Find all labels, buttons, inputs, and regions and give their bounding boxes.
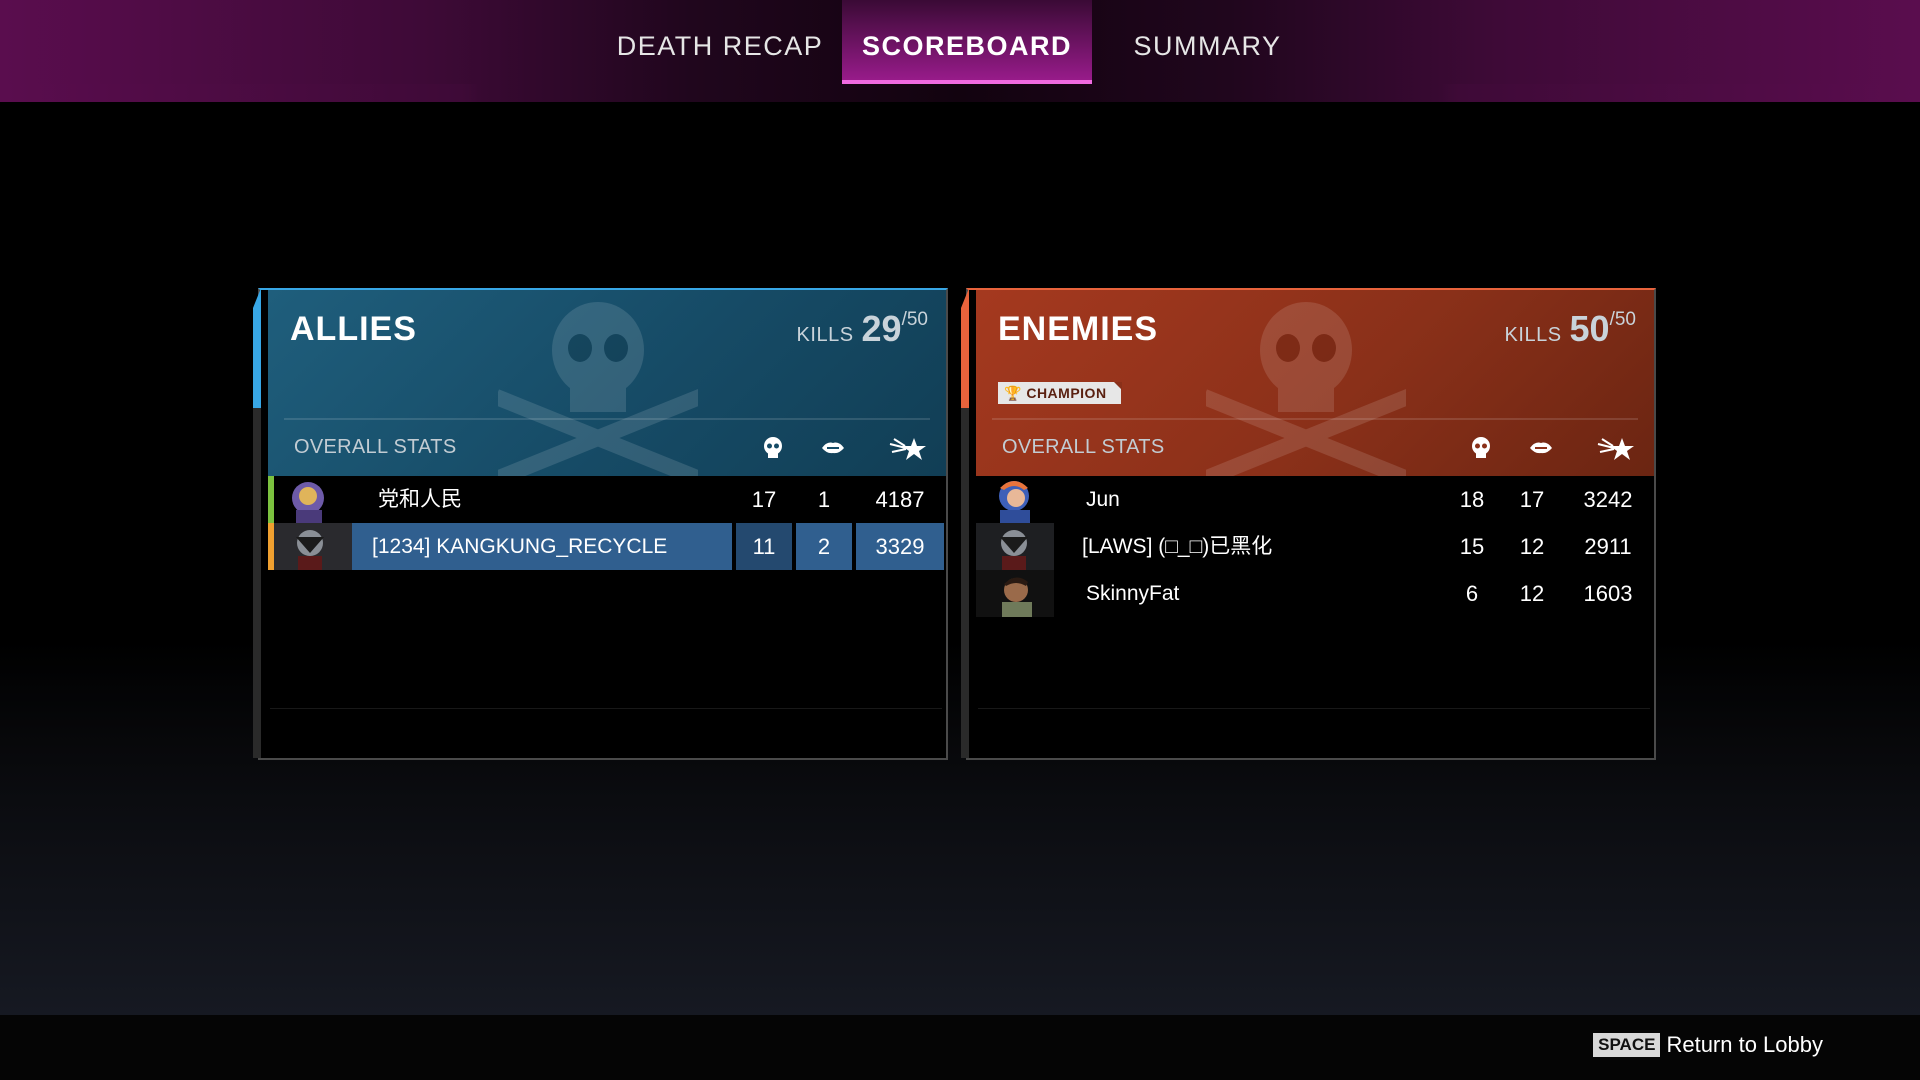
handshake-icon	[822, 442, 844, 454]
player-assists: 17	[1519, 487, 1545, 512]
player-assists: 2	[817, 534, 831, 559]
return-to-lobby-button[interactable]: SPACE Return to Lobby	[1593, 1032, 1823, 1058]
allies-header: ALLIES KILLS 29/50 OVERALL STATS	[268, 290, 946, 476]
player-damage: 4187	[875, 487, 925, 512]
enemies-accent-bar	[961, 288, 969, 758]
player-portrait	[976, 570, 1066, 617]
enemies-header: ENEMIES KILLS 50/50 🏆 CHAMPION OVERALL ST…	[976, 290, 1654, 476]
legend-avatar	[292, 482, 324, 523]
enemy-row-1[interactable]: Jun 18 17 3242	[976, 476, 1652, 523]
panel-divider-line	[270, 708, 942, 709]
player-portrait	[268, 476, 358, 523]
header-divider	[284, 418, 930, 420]
space-key-cap: SPACE	[1593, 1033, 1661, 1057]
skull-icon	[764, 437, 782, 458]
player-kills: 17	[751, 487, 777, 512]
ally-row-2-selected[interactable]: [1234] KANGKUNG_RECYCLE 11 2 3329	[268, 523, 944, 570]
player-portrait	[976, 476, 1066, 523]
champion-badge-label: CHAMPION	[1026, 385, 1107, 401]
allies-kills-value: 29	[861, 308, 902, 349]
allies-accent-bar	[253, 288, 261, 758]
damage-icon	[1597, 438, 1634, 460]
legend-avatar	[976, 523, 1054, 570]
skull-crossguns-emblem	[1206, 302, 1406, 476]
legend-avatar	[274, 523, 352, 570]
player-name: [1234] KANGKUNG_RECYCLE	[372, 535, 668, 558]
return-to-lobby-label: Return to Lobby	[1666, 1032, 1823, 1057]
champion-badge: 🏆 CHAMPION	[998, 382, 1122, 404]
damage-icon	[889, 438, 926, 460]
kills-label: KILLS	[1504, 324, 1562, 346]
tab-death-recap[interactable]: DEATH RECAP	[615, 0, 825, 84]
player-portrait	[268, 523, 358, 570]
player-name: 党和人民	[378, 488, 462, 511]
player-damage: 2911	[1584, 534, 1632, 559]
player-name: Jun	[1086, 488, 1120, 511]
ally-row-1[interactable]: 党和人民 17 1 4187	[268, 476, 944, 523]
player-damage: 3242	[1583, 487, 1633, 512]
handshake-icon	[1530, 442, 1552, 454]
legend-avatar	[999, 481, 1030, 523]
player-assists: 1	[817, 487, 831, 512]
player-damage: 3329	[875, 534, 925, 559]
enemy-row-2[interactable]: [LAWS] (□_□)已黑化 15 12 2911	[976, 523, 1652, 570]
skull-crossguns-emblem	[498, 302, 698, 476]
top-nav-base	[0, 84, 1920, 102]
skull-icon	[1472, 437, 1490, 458]
enemies-kills: KILLS 50/50	[1505, 308, 1636, 350]
allies-kills: KILLS 29/50	[797, 308, 928, 350]
player-kills: 6	[1465, 581, 1479, 606]
player-portrait	[976, 523, 1066, 570]
player-damage: 1603	[1583, 581, 1633, 606]
kills-max: /50	[1609, 309, 1636, 330]
enemies-title: ENEMIES	[998, 310, 1159, 348]
tab-summary[interactable]: SUMMARY	[1110, 0, 1305, 84]
player-assists: 12	[1519, 581, 1545, 606]
player-kills: 11	[752, 534, 776, 559]
tab-scoreboard[interactable]: SCOREBOARD	[842, 0, 1092, 84]
kills-max: /50	[901, 309, 928, 330]
kills-label: KILLS	[796, 324, 854, 346]
enemies-panel: ENEMIES KILLS 50/50 🏆 CHAMPION OVERALL ST…	[961, 288, 1656, 760]
trophy-icon: 🏆	[1004, 385, 1022, 401]
overall-stats-label: OVERALL STATS	[294, 436, 457, 458]
player-kills: 18	[1459, 487, 1485, 512]
player-kills: 15	[1459, 534, 1485, 559]
panel-divider-line	[978, 708, 1650, 709]
header-divider	[992, 418, 1638, 420]
allies-title: ALLIES	[290, 310, 417, 348]
enemies-kills-value: 50	[1569, 308, 1610, 349]
player-assists: 12	[1519, 534, 1545, 559]
allies-panel: ALLIES KILLS 29/50 OVERALL STATS 党和人民 17…	[253, 288, 948, 760]
player-name: SkinnyFat	[1086, 582, 1180, 605]
legend-avatar	[976, 570, 1054, 617]
overall-stats-label: OVERALL STATS	[1002, 436, 1165, 458]
player-name: [LAWS] (□_□)已黑化	[1082, 535, 1273, 558]
enemy-row-3[interactable]: SkinnyFat 6 12 1603	[976, 570, 1652, 617]
